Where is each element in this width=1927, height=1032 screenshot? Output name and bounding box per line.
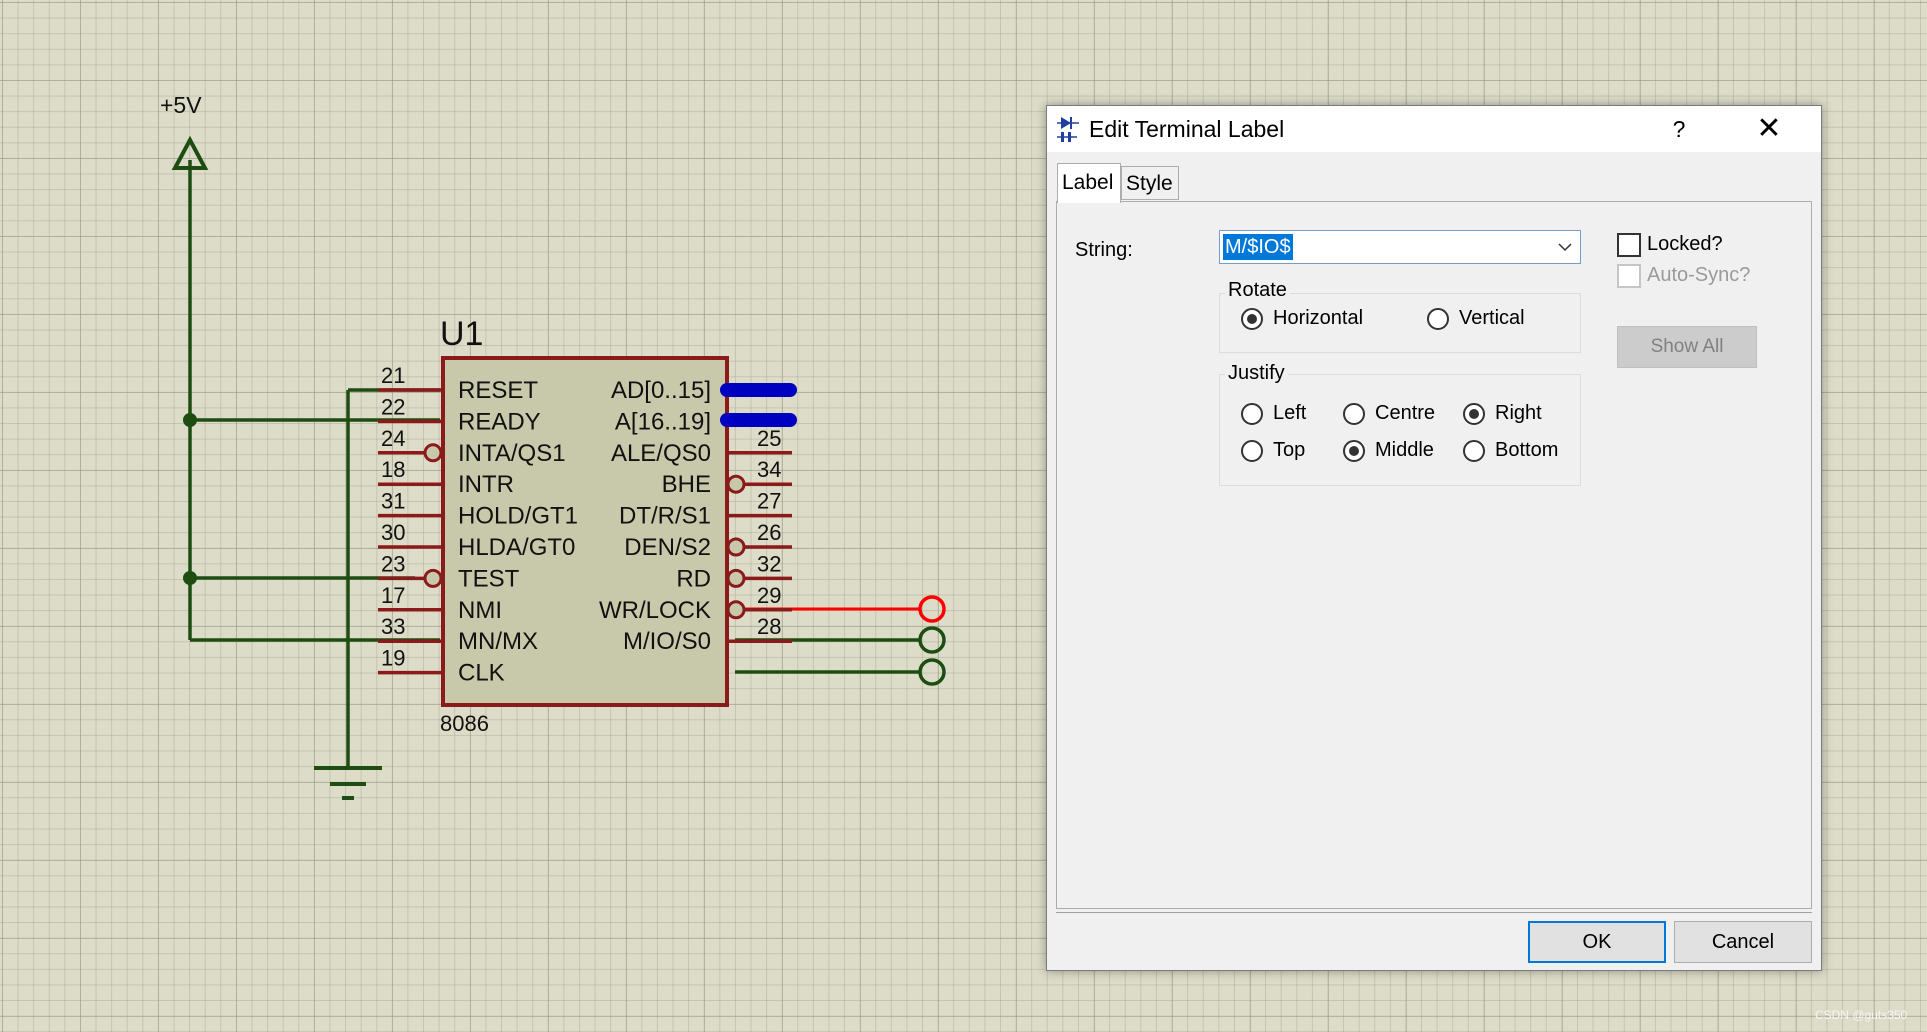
locked-label[interactable]: Locked?	[1647, 233, 1723, 256]
radio-centre[interactable]	[1343, 403, 1365, 425]
radio-vertical[interactable]	[1427, 308, 1449, 330]
pin-name: MN/MX	[458, 628, 538, 655]
string-value[interactable]: M/$IO$	[1223, 234, 1293, 260]
show-all-button[interactable]: Show All	[1617, 326, 1757, 368]
close-button[interactable]: ✕	[1747, 112, 1791, 146]
pin-name: DT/R/S1	[619, 503, 711, 530]
pin-name: M/IO/S0	[623, 628, 711, 655]
tab-label[interactable]: Label	[1057, 163, 1121, 203]
radio-horizontal-label[interactable]: Horizontal	[1273, 307, 1363, 330]
junction-dot	[183, 413, 197, 427]
schematic-canvas[interactable]: +5V U1 8086 21 RESET 22 READY 24 INTA/QS1 18 IN…	[0, 0, 1040, 1032]
radio-right[interactable]	[1463, 403, 1485, 425]
pin-name: HLDA/GT0	[458, 534, 575, 561]
pin-name: ALE/QS0	[611, 440, 711, 467]
junction-dot	[183, 571, 197, 585]
pin-number: 31	[381, 489, 405, 514]
radio-bottom[interactable]	[1463, 440, 1485, 462]
radio-left[interactable]	[1241, 403, 1263, 425]
pin-number: 32	[757, 551, 781, 576]
pin-name: INTA/QS1	[458, 440, 566, 467]
pin-invert-bubble	[726, 600, 746, 620]
pin-number: 30	[381, 520, 405, 545]
power-label: +5V	[160, 92, 202, 118]
pin-name: A[16..19]	[615, 408, 711, 435]
chip-part: 8086	[440, 711, 489, 736]
pin-number: 33	[381, 614, 405, 639]
pin-name: AD[0..15]	[611, 377, 711, 404]
pin-name: HOLD/GT1	[458, 503, 578, 530]
terminal-mio[interactable]	[918, 658, 946, 686]
rotate-title: Rotate	[1225, 279, 1290, 302]
app-icon	[1057, 117, 1079, 142]
radio-right-label[interactable]: Right	[1495, 402, 1542, 425]
pin-name: WR/LOCK	[599, 597, 711, 624]
radio-middle-label[interactable]: Middle	[1375, 439, 1434, 462]
pin-number: 23	[381, 551, 405, 576]
pin-name: TEST	[458, 565, 520, 592]
radio-left-label[interactable]: Left	[1273, 402, 1306, 425]
pin-number: 17	[381, 583, 405, 608]
pin-name: INTR	[458, 471, 514, 498]
pin-number: 29	[757, 583, 781, 608]
pin-name: READY	[458, 408, 541, 435]
pin-number: 27	[757, 489, 781, 514]
edit-terminal-label-dialog: Edit Terminal Label ? ✕ Label Style Stri…	[1046, 105, 1822, 971]
pin-number: 26	[757, 520, 781, 545]
watermark: CSDN @guts350	[1815, 1008, 1908, 1022]
pin-name: RD	[676, 565, 711, 592]
pin-number: 19	[381, 646, 405, 671]
pin-invert-bubble	[726, 568, 746, 588]
tab-style[interactable]: Style	[1121, 166, 1179, 200]
pin-name: BHE	[662, 471, 711, 498]
string-label: String:	[1075, 239, 1133, 261]
autosync-checkbox[interactable]	[1617, 264, 1641, 288]
dialog-title: Edit Terminal Label	[1089, 116, 1285, 142]
pin-number: 24	[381, 426, 405, 451]
pin-number: 25	[757, 426, 781, 451]
justify-title: Justify	[1225, 362, 1288, 385]
radio-top[interactable]	[1241, 440, 1263, 462]
terminal-rd-selected[interactable]	[918, 595, 946, 623]
radio-horizontal[interactable]	[1241, 308, 1263, 330]
pin-invert-bubble	[726, 474, 746, 494]
ground-icon[interactable]	[314, 766, 382, 800]
pin-number: 34	[757, 457, 781, 482]
title-bar[interactable]: Edit Terminal Label ? ✕	[1047, 106, 1821, 152]
chevron-down-icon[interactable]	[1558, 237, 1572, 257]
pin-invert-bubble	[423, 568, 443, 588]
separator	[1056, 912, 1812, 913]
radio-vertical-label[interactable]: Vertical	[1459, 307, 1525, 330]
pin-name: NMI	[458, 597, 502, 624]
pin-number: 22	[381, 394, 405, 419]
pin-invert-bubble	[726, 537, 746, 557]
cancel-button[interactable]: Cancel	[1674, 921, 1812, 963]
pin-name: RESET	[458, 377, 538, 404]
pin-invert-bubble	[423, 443, 443, 463]
pin-name: DEN/S2	[624, 534, 711, 561]
pin-number: 28	[757, 614, 781, 639]
terminal-wr[interactable]	[918, 626, 946, 654]
autosync-label[interactable]: Auto-Sync?	[1647, 264, 1757, 287]
radio-top-label[interactable]: Top	[1273, 439, 1305, 462]
pin-number: 18	[381, 457, 405, 482]
ok-button[interactable]: OK	[1528, 921, 1666, 963]
radio-bottom-label[interactable]: Bottom	[1495, 439, 1558, 462]
string-combobox[interactable]: M/$IO$	[1219, 230, 1581, 264]
justify-group	[1219, 374, 1581, 486]
locked-checkbox[interactable]	[1617, 233, 1641, 257]
radio-centre-label[interactable]: Centre	[1375, 402, 1435, 425]
radio-middle[interactable]	[1343, 440, 1365, 462]
pin-number: 21	[381, 363, 405, 388]
chip-ref: U1	[440, 315, 483, 353]
help-button[interactable]: ?	[1659, 114, 1699, 144]
pin-name: CLK	[458, 660, 505, 687]
